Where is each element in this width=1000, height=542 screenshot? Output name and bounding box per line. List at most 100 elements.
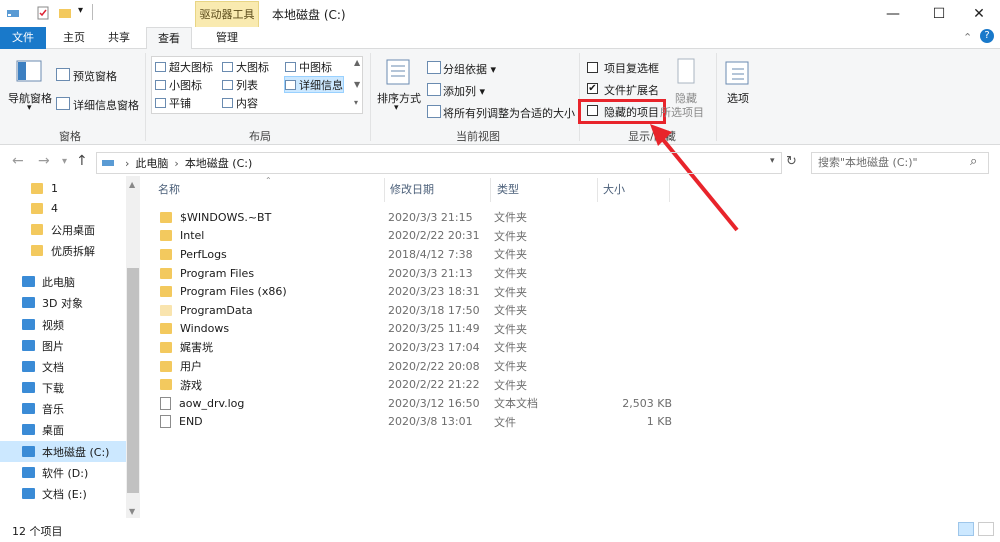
layout-small-icons[interactable]: 小图标 xyxy=(155,76,202,93)
gallery-down-icon[interactable]: ▼ xyxy=(354,80,360,89)
breadcrumb-this-pc[interactable]: 此电脑 xyxy=(135,155,168,171)
file-name-cell: Windows xyxy=(150,322,388,335)
refresh-icon[interactable]: ↻ xyxy=(786,154,797,169)
file-name-cell: 用户 xyxy=(150,358,388,374)
collapse-ribbon-icon[interactable]: ⌃ xyxy=(963,31,972,44)
sidebar-item-label: 1 xyxy=(51,182,58,195)
layout-details[interactable]: 详细信息 xyxy=(284,76,344,93)
quick-access-dropdown-icon[interactable]: ▾ xyxy=(78,5,83,16)
folder-icon xyxy=(31,183,43,194)
extra-large-icons-icon xyxy=(155,61,166,72)
fit-columns-button[interactable]: 将所有列调整为合适的大小 xyxy=(443,105,575,121)
file-date: 2020/3/18 17:50 xyxy=(388,303,480,317)
close-icon[interactable]: ✕ xyxy=(956,0,1000,27)
tab-home[interactable]: 主页 xyxy=(55,27,93,49)
sidebar-item[interactable]: 软件 (D:) xyxy=(0,462,126,483)
column-header-name[interactable]: 名称 xyxy=(158,181,180,205)
file-name: ProgramData xyxy=(180,303,253,317)
gallery-more-icon[interactable]: ▾ xyxy=(354,98,358,107)
layout-tiles[interactable]: 平铺 xyxy=(155,94,191,111)
file-date: 2020/3/12 16:50 xyxy=(388,396,480,410)
current-view-group-label: 当前视图 xyxy=(456,130,500,143)
chevron-down-icon[interactable]: ▾ xyxy=(394,103,399,113)
column-header-size[interactable]: 大小 xyxy=(603,181,625,205)
column-header-type[interactable]: 类型 xyxy=(497,181,519,205)
small-icons-icon xyxy=(155,79,166,90)
tab-view[interactable]: 查看 xyxy=(146,27,192,50)
table-row[interactable]: 用户 2020/2/22 20:08 文件夹 xyxy=(150,357,980,376)
file-name: Program Files xyxy=(180,266,255,280)
forward-icon[interactable]: → xyxy=(38,153,50,169)
column-header-date[interactable]: 修改日期 xyxy=(390,181,434,205)
table-row[interactable]: Program Files (x86) 2020/3/23 18:31 文件夹 xyxy=(150,282,980,301)
item-checkboxes-checkbox[interactable] xyxy=(587,62,598,73)
options-button[interactable]: 选项 xyxy=(727,90,749,106)
file-date: 2020/3/25 11:49 xyxy=(388,322,480,336)
folder-icon xyxy=(160,267,172,279)
layout-list[interactable]: 列表 xyxy=(222,76,258,93)
table-row[interactable]: Program Files 2020/3/3 21:13 文件夹 xyxy=(150,264,980,283)
tab-share[interactable]: 共享 xyxy=(100,27,138,49)
search-input[interactable]: 搜索"本地磁盘 (C:)" xyxy=(811,152,989,174)
address-dropdown-icon[interactable]: ▾ xyxy=(770,156,775,166)
folder-icon xyxy=(160,304,172,316)
details-pane-button[interactable]: 详细信息窗格 xyxy=(73,97,139,113)
table-row[interactable]: aow_drv.log 2020/3/12 16:50 文本文档 2,503 KB xyxy=(150,394,980,413)
file-type: 文件夹 xyxy=(494,341,527,355)
preview-pane-button[interactable]: 预览窗格 xyxy=(73,68,117,84)
sort-by-button[interactable]: 排序方式 xyxy=(377,90,421,106)
table-row[interactable]: PerfLogs 2018/4/12 7:38 文件夹 xyxy=(150,245,980,264)
group-by-button[interactable]: 分组依据 ▾ xyxy=(443,61,496,77)
gallery-up-icon[interactable]: ▲ xyxy=(354,58,360,67)
options-icon xyxy=(725,61,749,85)
file-extensions-checkbox[interactable]: ✔ xyxy=(587,83,598,94)
up-icon[interactable]: ↑ xyxy=(76,153,88,169)
help-icon[interactable]: ? xyxy=(980,29,994,43)
properties-icon[interactable] xyxy=(36,6,50,20)
layout-large-icons[interactable]: 大图标 xyxy=(222,58,269,75)
sidebar-item[interactable]: 1 xyxy=(0,178,126,199)
window-title: 本地磁盘 (C:) xyxy=(272,8,346,22)
sidebar-item[interactable]: 本地磁盘 (C:) xyxy=(0,441,126,462)
address-bar[interactable]: › 此电脑 › 本地磁盘 (C:) xyxy=(96,152,782,174)
table-row[interactable]: Windows 2020/3/25 11:49 文件夹 xyxy=(150,320,980,339)
table-row[interactable]: END 2020/3/8 13:01 文件 1 KB xyxy=(150,413,980,432)
hide-selected-icon xyxy=(677,58,695,84)
table-row[interactable]: 娓害垙 2020/3/23 17:04 文件夹 xyxy=(150,338,980,357)
add-columns-button[interactable]: 添加列 ▾ xyxy=(443,83,485,99)
breadcrumb-separator-icon: › xyxy=(125,156,130,170)
details-view-icon[interactable] xyxy=(958,522,974,536)
layout-content[interactable]: 内容 xyxy=(222,94,258,111)
table-row[interactable]: $WINDOWS.~BT 2020/3/3 21:15 文件夹 xyxy=(150,208,980,227)
file-name-cell: 娓害垙 xyxy=(150,339,388,355)
show-hide-group-label: 显示/隐藏 xyxy=(628,130,676,143)
fit-columns-icon xyxy=(427,105,441,118)
large-icons-view-icon[interactable] xyxy=(978,522,994,536)
back-icon[interactable]: ← xyxy=(12,153,24,169)
file-date: 2018/4/12 7:38 xyxy=(388,247,473,261)
minimize-icon[interactable]: — xyxy=(870,0,916,27)
layout-extra-large-icons[interactable]: 超大图标 xyxy=(155,58,213,75)
file-type: 文件夹 xyxy=(494,304,527,318)
table-row[interactable]: ProgramData 2020/3/18 17:50 文件夹 xyxy=(150,301,980,320)
file-date: 2020/3/8 13:01 xyxy=(388,415,473,429)
file-type: 文件夹 xyxy=(494,378,527,392)
drive-tools-context-tab: 驱动器工具 xyxy=(195,1,259,28)
recent-locations-icon[interactable]: ▾ xyxy=(62,156,67,167)
breadcrumb-local-disk[interactable]: 本地磁盘 (C:) xyxy=(185,155,252,171)
table-row[interactable]: Intel 2020/2/22 20:31 文件夹 xyxy=(150,227,980,246)
table-row[interactable]: 游戏 2020/2/22 21:22 文件夹 xyxy=(150,375,980,394)
search-icon[interactable]: ⌕ xyxy=(970,154,977,169)
folder-icon xyxy=(160,211,172,223)
new-folder-icon[interactable] xyxy=(58,6,72,20)
tab-manage[interactable]: 管理 xyxy=(200,27,254,49)
sidebar-item[interactable]: 文档 (E:) xyxy=(0,483,126,504)
layout-medium-icons[interactable]: 中图标 xyxy=(285,58,332,75)
scroll-up-icon[interactable]: ▲ xyxy=(129,180,135,189)
chevron-down-icon[interactable]: ▾ xyxy=(27,103,32,113)
file-name-cell: Intel xyxy=(150,229,388,242)
scroll-down-icon[interactable]: ▼ xyxy=(129,507,135,516)
content-icon xyxy=(222,97,233,108)
tab-file[interactable]: 文件 xyxy=(0,27,46,49)
file-date: 2020/3/3 21:13 xyxy=(388,266,473,280)
